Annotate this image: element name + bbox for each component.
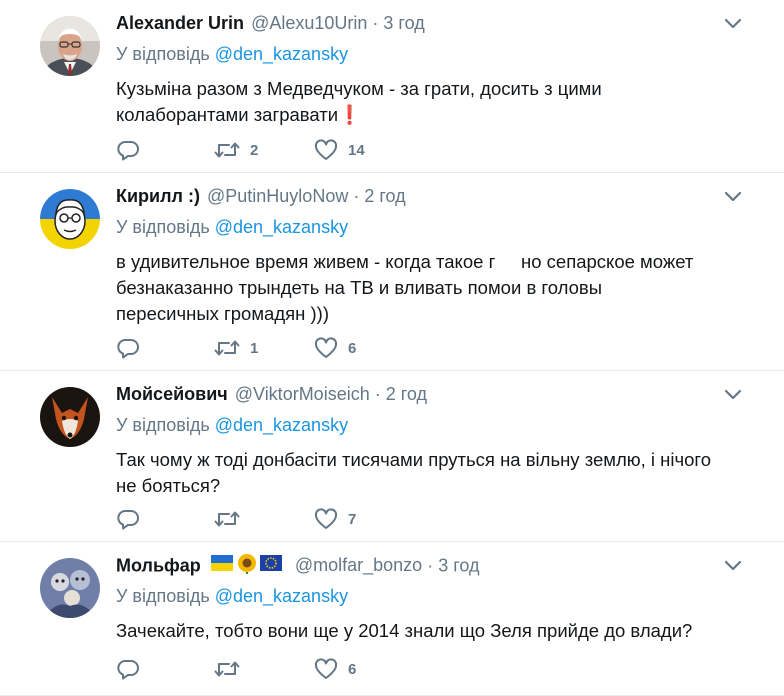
tweet-content: Alexander Urin @Alexu10Urin · 3 год У ві… — [116, 10, 744, 128]
timestamp[interactable]: 2 год — [386, 384, 427, 404]
reply-prefix: У відповідь — [116, 44, 210, 64]
timestamp[interactable]: 3 год — [438, 555, 479, 575]
retweet-button[interactable]: 2 — [214, 137, 314, 163]
tweet-header: Alexander Urin @Alexu10Urin · 3 год — [116, 10, 744, 36]
retweet-button[interactable] — [214, 506, 314, 532]
avatar-image-older-man — [40, 16, 100, 76]
tweet[interactable]: Мольфар @molfar_bonzo · 3 год У відповід… — [0, 542, 784, 696]
avatar-image-illustration — [40, 558, 100, 618]
reply-context: У відповідь @den_kazansky — [116, 41, 744, 67]
flag-icons — [210, 554, 282, 574]
separator: · — [374, 384, 381, 404]
reply-button[interactable] — [116, 656, 214, 682]
avatar[interactable] — [40, 16, 100, 76]
tweet-header: Мольфар @molfar_bonzo · 3 год — [116, 552, 744, 578]
reply-prefix: У відповідь — [116, 586, 210, 606]
like-button[interactable]: 14 — [314, 137, 414, 163]
chevron-down-icon[interactable] — [722, 189, 744, 205]
author-name[interactable]: Alexander Urin — [116, 13, 244, 33]
chevron-down-icon[interactable] — [722, 387, 744, 403]
separator: · — [427, 555, 434, 576]
reply-mention-link[interactable]: @den_kazansky — [215, 44, 348, 64]
tweet-actions: 2 14 — [116, 137, 414, 163]
reply-mention-link[interactable]: @den_kazansky — [215, 217, 348, 237]
reply-prefix: У відповідь — [116, 415, 210, 435]
tweet-actions: 7 — [116, 506, 414, 532]
separator: · — [372, 13, 379, 33]
retweet-icon — [214, 340, 240, 356]
sunflower-icon — [237, 554, 256, 574]
reply-context: У відповідь @den_kazansky — [116, 583, 744, 609]
retweet-icon — [214, 511, 240, 527]
tweet[interactable]: Кирилл :) @PutinHuyloNow · 2 год У відпо… — [0, 173, 784, 371]
avatar[interactable] — [40, 189, 100, 249]
reply-context: У відповідь @den_kazansky — [116, 412, 744, 438]
heart-icon — [314, 658, 338, 679]
replies-feed: Alexander Urin @Alexu10Urin · 3 год У ві… — [0, 0, 784, 696]
reply-mention-link[interactable]: @den_kazansky — [215, 586, 348, 606]
tweet-text: Так чому ж тоді донбасіти тисячами пруть… — [116, 449, 712, 496]
like-count: 7 — [348, 510, 357, 528]
tweet-text: в удивительное время живем - когда такое… — [116, 251, 699, 324]
retweet-count: 2 — [250, 141, 259, 159]
tweet-content: Мойсейович @ViktorMoiseich · 2 год У від… — [116, 381, 744, 499]
timestamp[interactable]: 2 год — [364, 186, 405, 206]
author-handle[interactable]: @PutinHuyloNow — [207, 186, 348, 206]
heart-icon — [314, 139, 338, 160]
like-button[interactable]: 6 — [314, 656, 414, 682]
tweet-text: Кузьміна разом з Медведчуком - за грати,… — [116, 78, 602, 125]
tweet-header: Мойсейович @ViktorMoiseich · 2 год — [116, 381, 744, 407]
chevron-down-icon[interactable] — [722, 16, 744, 32]
avatar-image-fox — [40, 387, 100, 447]
author-name[interactable]: Кирилл :) — [116, 186, 200, 206]
timestamp[interactable]: 3 год — [383, 13, 424, 33]
author-name[interactable]: Мольфар — [116, 555, 201, 575]
avatar[interactable] — [40, 387, 100, 447]
tweet-actions: 1 6 — [116, 335, 414, 361]
reply-icon — [117, 660, 139, 680]
author-name[interactable]: Мойсейович — [116, 384, 228, 404]
retweet-icon — [214, 142, 240, 158]
reply-icon — [117, 339, 139, 359]
eu-flag-icon — [259, 555, 282, 571]
avatar-image-cartoon — [40, 189, 100, 249]
tweet[interactable]: Мойсейович @ViktorMoiseich · 2 год У від… — [0, 371, 784, 542]
author-handle[interactable]: @Alexu10Urin — [251, 13, 367, 33]
like-count: 6 — [348, 660, 357, 678]
retweet-button[interactable] — [214, 656, 314, 682]
tweet[interactable]: Alexander Urin @Alexu10Urin · 3 год У ві… — [0, 0, 784, 173]
like-count: 14 — [348, 141, 365, 159]
tweet-text: Зачекайте, тобто вони ще у 2014 знали що… — [116, 620, 693, 641]
like-button[interactable]: 7 — [314, 506, 414, 532]
separator: · — [353, 186, 360, 206]
retweet-icon — [214, 661, 240, 677]
tweet-actions: 6 — [116, 656, 414, 682]
like-button[interactable]: 6 — [314, 335, 414, 361]
reply-icon — [117, 510, 139, 530]
avatar[interactable] — [40, 558, 100, 618]
reply-prefix: У відповідь — [116, 217, 210, 237]
author-handle[interactable]: @ViktorMoiseich — [235, 384, 370, 404]
tweet-header: Кирилл :) @PutinHuyloNow · 2 год — [116, 183, 744, 209]
reply-button[interactable] — [116, 506, 214, 532]
reply-icon — [117, 141, 139, 161]
heart-icon — [314, 337, 338, 358]
reply-button[interactable] — [116, 335, 214, 361]
retweet-count: 1 — [250, 339, 259, 357]
ukraine-flag-icon — [210, 555, 233, 571]
tweet-content: Кирилл :) @PutinHuyloNow · 2 год У відпо… — [116, 183, 744, 327]
like-count: 6 — [348, 339, 357, 357]
reply-button[interactable] — [116, 137, 214, 163]
chevron-down-icon[interactable] — [722, 558, 744, 574]
reply-mention-link[interactable]: @den_kazansky — [215, 415, 348, 435]
tweet-content: Мольфар @molfar_bonzo · 3 год У відповід… — [116, 552, 744, 644]
retweet-button[interactable]: 1 — [214, 335, 314, 361]
reply-context: У відповідь @den_kazansky — [116, 214, 744, 240]
author-handle[interactable]: @molfar_bonzo — [295, 555, 422, 575]
name-emoji-group — [210, 552, 284, 581]
heart-icon — [314, 508, 338, 529]
